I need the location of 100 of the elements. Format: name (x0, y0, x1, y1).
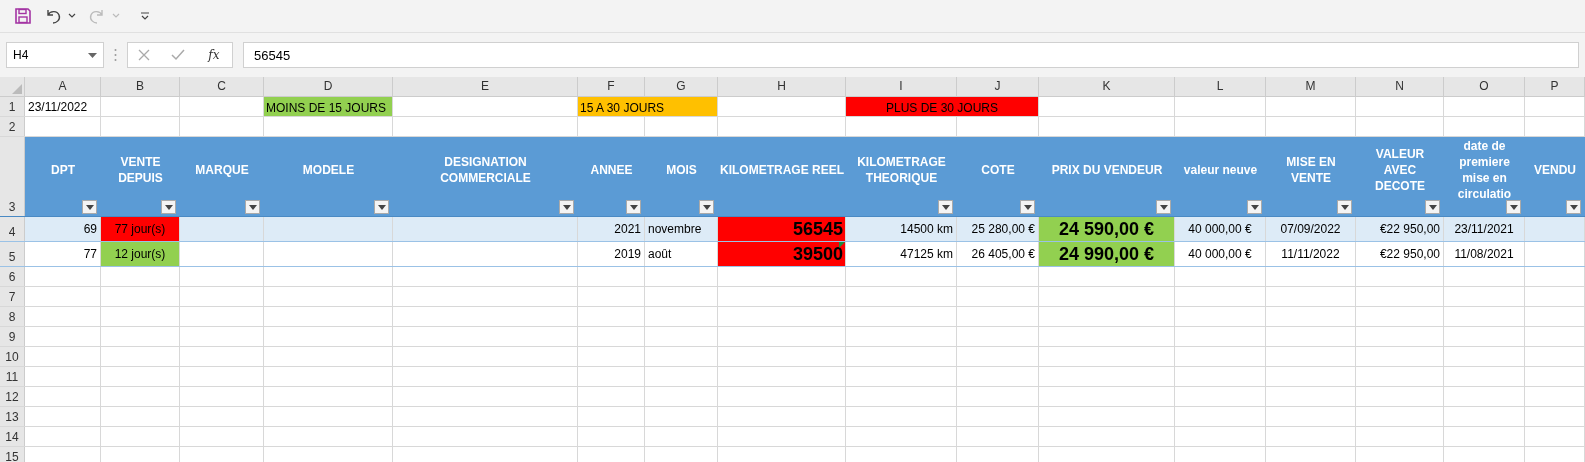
table-cell: 11/11/2022 (1281, 247, 1340, 261)
column-header[interactable]: N (1356, 77, 1444, 96)
row-header[interactable]: 10 (0, 347, 25, 366)
dropdown-icon (1159, 204, 1168, 210)
filter-button[interactable] (1506, 200, 1521, 214)
column-header[interactable]: E (393, 77, 578, 96)
filter-button[interactable] (82, 200, 97, 214)
filter-button[interactable] (1247, 200, 1262, 214)
column-header[interactable]: B (101, 77, 180, 96)
column-header[interactable]: J (957, 77, 1039, 96)
row-header[interactable]: 1 (0, 97, 25, 116)
row-header[interactable]: 4 (0, 217, 25, 241)
dropdown-icon (1569, 204, 1578, 210)
dropdown-icon (1250, 204, 1259, 210)
row-header[interactable]: 14 (0, 427, 25, 446)
table-cell: 56545 (718, 217, 845, 241)
column-header[interactable]: K (1039, 77, 1175, 96)
dropdown-icon (377, 204, 386, 210)
table-cell: 23/11/2021 (1454, 222, 1514, 236)
insert-function-button[interactable]: fx (206, 48, 222, 62)
table-cell: 77 (83, 247, 97, 261)
table-cell: 25 280,00 € (971, 222, 1035, 236)
formula-input[interactable]: 56545 (243, 42, 1579, 68)
row-header[interactable]: 9 (0, 327, 25, 346)
column-header[interactable]: G (645, 77, 718, 96)
save-icon[interactable] (14, 7, 32, 25)
column-header[interactable]: D (264, 77, 393, 96)
table-cell: MOINS DE 15 JOURS (264, 97, 392, 116)
table-cell: 24 590,00 € (1039, 217, 1174, 241)
table-cell: 2019 (614, 247, 641, 261)
column-title: MOIS (666, 161, 697, 178)
undo-icon[interactable] (44, 7, 62, 25)
column-title: VALEUR AVEC DECOTE (1375, 145, 1425, 194)
table-cell: 12 jour(s) (101, 242, 179, 266)
row-header[interactable]: 2 (0, 117, 25, 136)
row-header[interactable]: 11 (0, 367, 25, 386)
caret-icon[interactable] (68, 13, 76, 19)
dropdown-icon (1023, 204, 1032, 210)
column-header[interactable]: L (1175, 77, 1266, 96)
column-header[interactable]: P (1525, 77, 1585, 96)
dropdown-icon (702, 204, 711, 210)
dropdown-icon (562, 204, 571, 210)
drag-handle-icon[interactable] (114, 48, 117, 62)
filter-button[interactable] (374, 200, 389, 214)
column-title: PRIX DU VENDEUR (1051, 161, 1163, 178)
column-title: DPT (51, 161, 75, 178)
column-title: valeur neuve (1183, 161, 1258, 178)
row-header[interactable]: 8 (0, 307, 25, 326)
row-header[interactable]: 15 (0, 447, 25, 462)
row-header[interactable]: 6 (0, 267, 25, 286)
dropdown-icon (1509, 204, 1518, 210)
column-header[interactable]: M (1266, 77, 1356, 96)
dropdown-icon (629, 204, 638, 210)
column-title: DESIGNATION COMMERCIALE (440, 153, 531, 186)
row-header[interactable]: 3 (0, 137, 25, 216)
filter-button[interactable] (1156, 200, 1171, 214)
table-cell: 23/11/2022 (28, 100, 88, 114)
table-cell: 40 000,00 € (1188, 247, 1252, 261)
column-title: ANNEE (590, 161, 633, 178)
dropdown-icon (1340, 204, 1349, 210)
table-cell: 26 405,00 € (971, 247, 1035, 261)
column-title: KILOMETRAGE THEORIQUE (857, 153, 946, 186)
column-title: MODELE (302, 161, 355, 178)
table-cell: 15 A 30 JOURS (578, 97, 717, 116)
table-cell: 2021 (614, 222, 641, 236)
table-cell: 77 jour(s) (101, 217, 179, 241)
filter-button[interactable] (1020, 200, 1035, 214)
dropdown-icon (85, 204, 94, 210)
filter-button[interactable] (938, 200, 953, 214)
filter-button[interactable] (245, 200, 260, 214)
filter-button[interactable] (1425, 200, 1440, 214)
table-cell: €22 950,00 (1379, 222, 1440, 236)
table-cell: 24 990,00 € (1039, 242, 1174, 266)
filter-button[interactable] (1566, 200, 1581, 214)
column-header[interactable]: A (25, 77, 101, 96)
row-header[interactable]: 7 (0, 287, 25, 306)
filter-button[interactable] (699, 200, 714, 214)
table-cell: 47125 km (900, 247, 953, 261)
name-box[interactable]: H4 (6, 42, 104, 68)
table-cell: €22 950,00 (1379, 247, 1440, 261)
row-header[interactable]: 5 (0, 242, 25, 266)
column-header[interactable]: O (1444, 77, 1525, 96)
column-title: date de premiere mise en circulatio (1457, 137, 1512, 202)
table-cell: PLUS DE 30 JOURS (846, 97, 1038, 116)
table-cell: novembre (648, 222, 702, 236)
column-header[interactable]: H (718, 77, 846, 96)
column-header[interactable]: F (578, 77, 645, 96)
column-title: MISE EN VENTE (1286, 153, 1336, 186)
column-title: VENDU (1534, 161, 1576, 178)
table-cell: 40 000,00 € (1188, 222, 1252, 236)
row-header[interactable]: 13 (0, 407, 25, 426)
dropdown-icon (88, 52, 97, 58)
filter-button[interactable] (161, 200, 176, 214)
row-header[interactable]: 12 (0, 387, 25, 406)
filter-button[interactable] (1337, 200, 1352, 214)
customize-icon[interactable] (140, 11, 150, 21)
filter-button[interactable] (559, 200, 574, 214)
column-header[interactable]: C (180, 77, 264, 96)
column-header[interactable]: I (846, 77, 957, 96)
filter-button[interactable] (626, 200, 641, 214)
